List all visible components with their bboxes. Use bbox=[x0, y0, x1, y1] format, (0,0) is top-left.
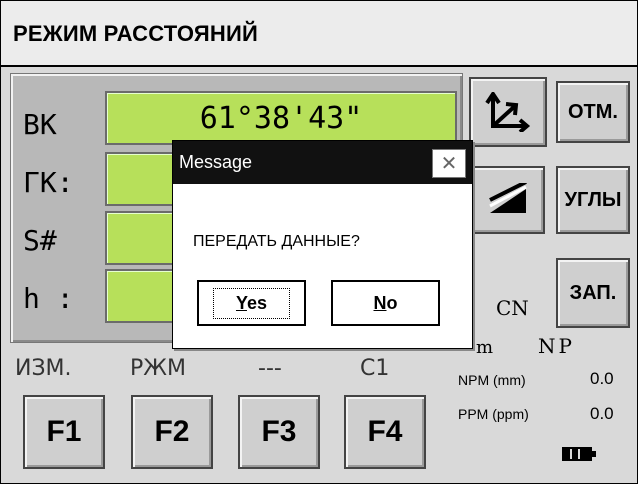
np-indicator: NP bbox=[538, 334, 575, 358]
unit-indicator: m bbox=[476, 337, 494, 358]
f2-button[interactable]: F2 bbox=[131, 395, 213, 469]
row-label-s: S# bbox=[23, 224, 57, 257]
f4-button[interactable]: F4 bbox=[344, 395, 426, 469]
f4-button-label: F4 bbox=[367, 415, 403, 448]
axes-icon bbox=[485, 92, 531, 132]
zap-button-label: ЗАП. bbox=[569, 281, 617, 304]
no-button-inner: No bbox=[352, 289, 420, 318]
dialog-titlebar: Message ✕ bbox=[173, 141, 472, 184]
field-vk: 61°38'43" bbox=[105, 91, 457, 145]
header-bar: РЕЖИМ РАССТОЯНИЙ bbox=[1, 1, 637, 67]
ppm-value: 0.0 bbox=[590, 404, 614, 423]
otm-button-label: ОТМ. bbox=[568, 100, 618, 123]
dialog-title: Message bbox=[179, 152, 253, 172]
no-button-mnemonic: N bbox=[373, 292, 387, 313]
f3-caption: --- bbox=[258, 356, 282, 381]
row-label-vk: ВК bbox=[23, 108, 57, 141]
yes-button-focus: Yes bbox=[212, 287, 291, 319]
field-vk-value: 61°38'43" bbox=[199, 101, 363, 136]
yes-button-label: es bbox=[246, 292, 268, 313]
dialog-message: ПЕРЕДАТЬ ДАННЫЕ? bbox=[193, 233, 360, 250]
row-label-h: h : bbox=[23, 282, 74, 315]
f3-button-label: F3 bbox=[261, 415, 297, 448]
no-button[interactable]: No bbox=[331, 280, 440, 326]
coordinates-button[interactable] bbox=[469, 77, 547, 147]
npm-label: NPM (mm) bbox=[458, 372, 526, 388]
f1-button[interactable]: F1 bbox=[23, 395, 105, 469]
message-dialog: Message ✕ ПЕРЕДАТЬ ДАННЫЕ? Yes No bbox=[172, 140, 473, 349]
ugly-button[interactable]: УГЛЫ bbox=[556, 166, 630, 234]
f3-button[interactable]: F3 bbox=[238, 395, 320, 469]
page-title: РЕЖИМ РАССТОЯНИЙ bbox=[13, 21, 259, 46]
f1-caption: ИЗМ. bbox=[15, 356, 72, 381]
yes-button[interactable]: Yes bbox=[197, 280, 306, 326]
close-icon[interactable]: ✕ bbox=[432, 149, 466, 178]
battery-icon bbox=[562, 446, 598, 462]
slope-icon bbox=[489, 183, 527, 213]
f4-caption: C1 bbox=[360, 356, 390, 381]
f2-button-label: F2 bbox=[154, 415, 190, 448]
npm-value: 0.0 bbox=[590, 369, 614, 388]
f1-button-label: F1 bbox=[46, 415, 82, 448]
slope-button[interactable] bbox=[471, 166, 545, 234]
cn-indicator: CN bbox=[496, 296, 529, 320]
zap-button[interactable]: ЗАП. bbox=[556, 258, 630, 328]
otm-button[interactable]: ОТМ. bbox=[556, 81, 630, 143]
row-label-gk: ГК: bbox=[23, 166, 74, 199]
yes-button-mnemonic: Y bbox=[235, 292, 247, 313]
no-button-label: o bbox=[386, 292, 398, 313]
ugly-button-label: УГЛЫ bbox=[564, 188, 622, 211]
ppm-label: PPM (ppm) bbox=[458, 406, 529, 422]
f2-caption: РЖМ bbox=[130, 356, 186, 381]
